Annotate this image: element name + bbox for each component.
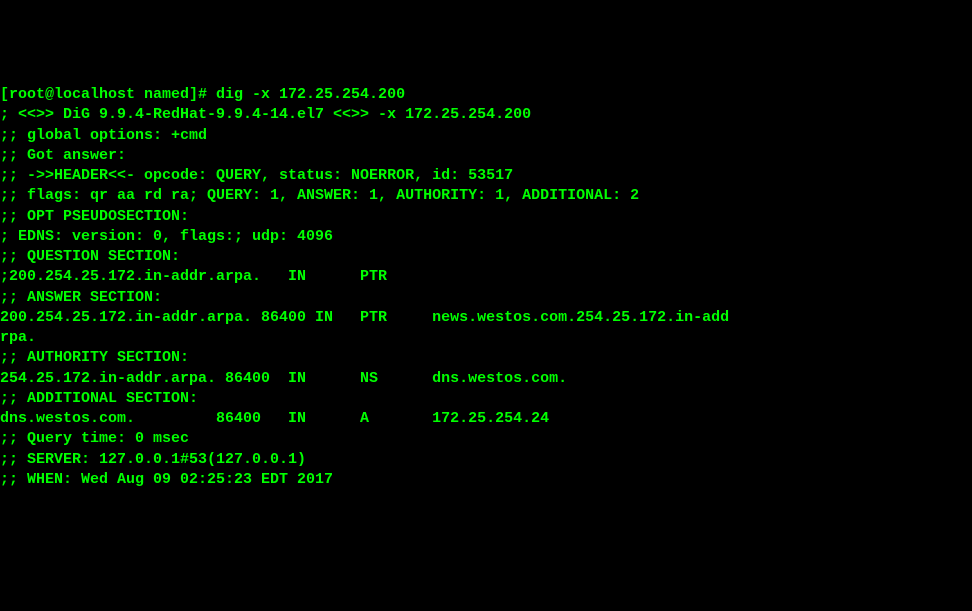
terminal-prompt-line: [root@localhost named]# dig -x 172.25.25… (0, 85, 972, 105)
dig-answer-record-wrap: rpa. (0, 328, 972, 348)
terminal-output[interactable]: [root@localhost named]# dig -x 172.25.25… (0, 85, 972, 490)
dig-question-header: ;; QUESTION SECTION: (0, 247, 972, 267)
dig-global-options: ;; global options: +cmd (0, 126, 972, 146)
dig-banner: ; <<>> DiG 9.9.4-RedHat-9.9.4-14.el7 <<>… (0, 105, 972, 125)
dig-additional-header: ;; ADDITIONAL SECTION: (0, 389, 972, 409)
dig-header: ;; ->>HEADER<<- opcode: QUERY, status: N… (0, 166, 972, 186)
dig-flags: ;; flags: qr aa rd ra; QUERY: 1, ANSWER:… (0, 186, 972, 206)
dig-answer-header: ;; ANSWER SECTION: (0, 288, 972, 308)
dig-opt-header: ;; OPT PSEUDOSECTION: (0, 207, 972, 227)
dig-authority-record: 254.25.172.in-addr.arpa. 86400 IN NS dns… (0, 369, 972, 389)
dig-when: ;; WHEN: Wed Aug 09 02:25:23 EDT 2017 (0, 470, 972, 490)
dig-server: ;; SERVER: 127.0.0.1#53(127.0.0.1) (0, 450, 972, 470)
dig-got-answer: ;; Got answer: (0, 146, 972, 166)
dig-answer-record: 200.254.25.172.in-addr.arpa. 86400 IN PT… (0, 308, 972, 328)
dig-additional-record: dns.westos.com. 86400 IN A 172.25.254.24 (0, 409, 972, 429)
dig-query-time: ;; Query time: 0 msec (0, 429, 972, 449)
dig-question: ;200.254.25.172.in-addr.arpa. IN PTR (0, 267, 972, 287)
dig-edns: ; EDNS: version: 0, flags:; udp: 4096 (0, 227, 972, 247)
dig-authority-header: ;; AUTHORITY SECTION: (0, 348, 972, 368)
